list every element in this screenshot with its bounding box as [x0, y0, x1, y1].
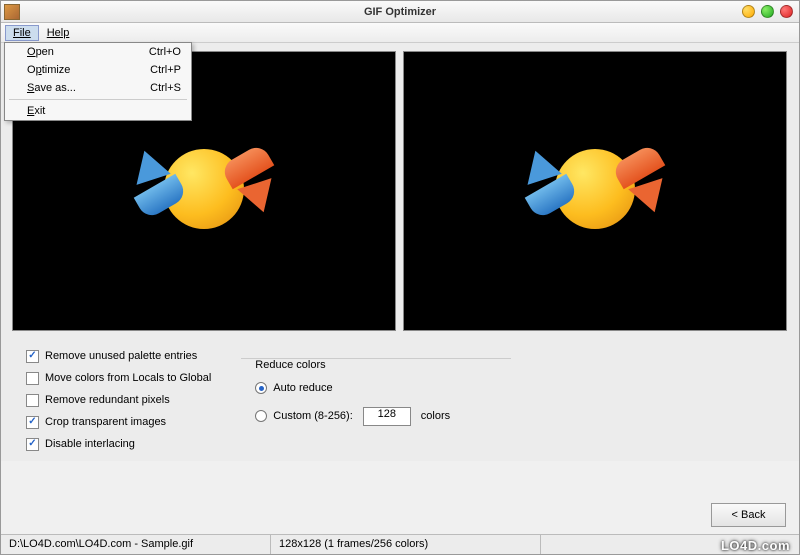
watermark: LO4D.com	[721, 538, 790, 553]
checkbox-remove-redundant[interactable]	[26, 394, 39, 407]
fieldset-legend: Reduce colors	[251, 359, 329, 371]
close-button[interactable]	[780, 5, 793, 18]
statusbar: D:\LO4D.com\LO4D.com - Sample.gif 128x12…	[1, 534, 799, 554]
reduce-colors-group: Reduce colors Auto reduce Custom (8-256)…	[241, 351, 511, 439]
menu-separator	[9, 99, 187, 100]
checkbox-label: Remove unused palette entries	[45, 350, 197, 362]
window-title: GIF Optimizer	[364, 6, 436, 18]
checkbox-move-colors[interactable]	[26, 372, 39, 385]
shortcut-label: Ctrl+S	[150, 82, 181, 94]
options-checkboxes: Remove unused palette entries Move color…	[26, 347, 211, 453]
file-menu-dropdown: Open Ctrl+O Optimize Ctrl+P Save as... C…	[4, 42, 192, 121]
preview-optimized	[403, 51, 787, 331]
checkbox-remove-unused[interactable]	[26, 350, 39, 363]
checkbox-crop-transparent[interactable]	[26, 416, 39, 429]
status-imageinfo: 128x128 (1 frames/256 colors)	[271, 535, 541, 554]
back-button[interactable]: < Back	[711, 503, 786, 527]
app-icon	[4, 4, 20, 20]
menubar: File Help	[1, 23, 799, 43]
preview-image	[520, 136, 670, 246]
checkbox-label: Remove redundant pixels	[45, 394, 170, 406]
checkbox-disable-interlacing[interactable]	[26, 438, 39, 451]
checkbox-label: Move colors from Locals to Global	[45, 372, 211, 384]
checkbox-label: Crop transparent images	[45, 416, 166, 428]
minimize-button[interactable]	[742, 5, 755, 18]
menu-item-saveas[interactable]: Save as... Ctrl+S	[5, 79, 191, 97]
menu-item-optimize[interactable]: Optimize Ctrl+P	[5, 61, 191, 79]
shortcut-label: Ctrl+P	[150, 64, 181, 76]
status-filepath: D:\LO4D.com\LO4D.com - Sample.gif	[1, 535, 271, 554]
shortcut-label: Ctrl+O	[149, 46, 181, 58]
menu-item-exit[interactable]: Exit	[5, 102, 191, 120]
maximize-button[interactable]	[761, 5, 774, 18]
preview-image	[129, 136, 279, 246]
titlebar: GIF Optimizer	[1, 1, 799, 23]
menu-help[interactable]: Help	[39, 25, 78, 41]
checkbox-label: Disable interlacing	[45, 438, 135, 450]
menu-item-open[interactable]: Open Ctrl+O	[5, 43, 191, 61]
menu-file[interactable]: File	[5, 25, 39, 41]
